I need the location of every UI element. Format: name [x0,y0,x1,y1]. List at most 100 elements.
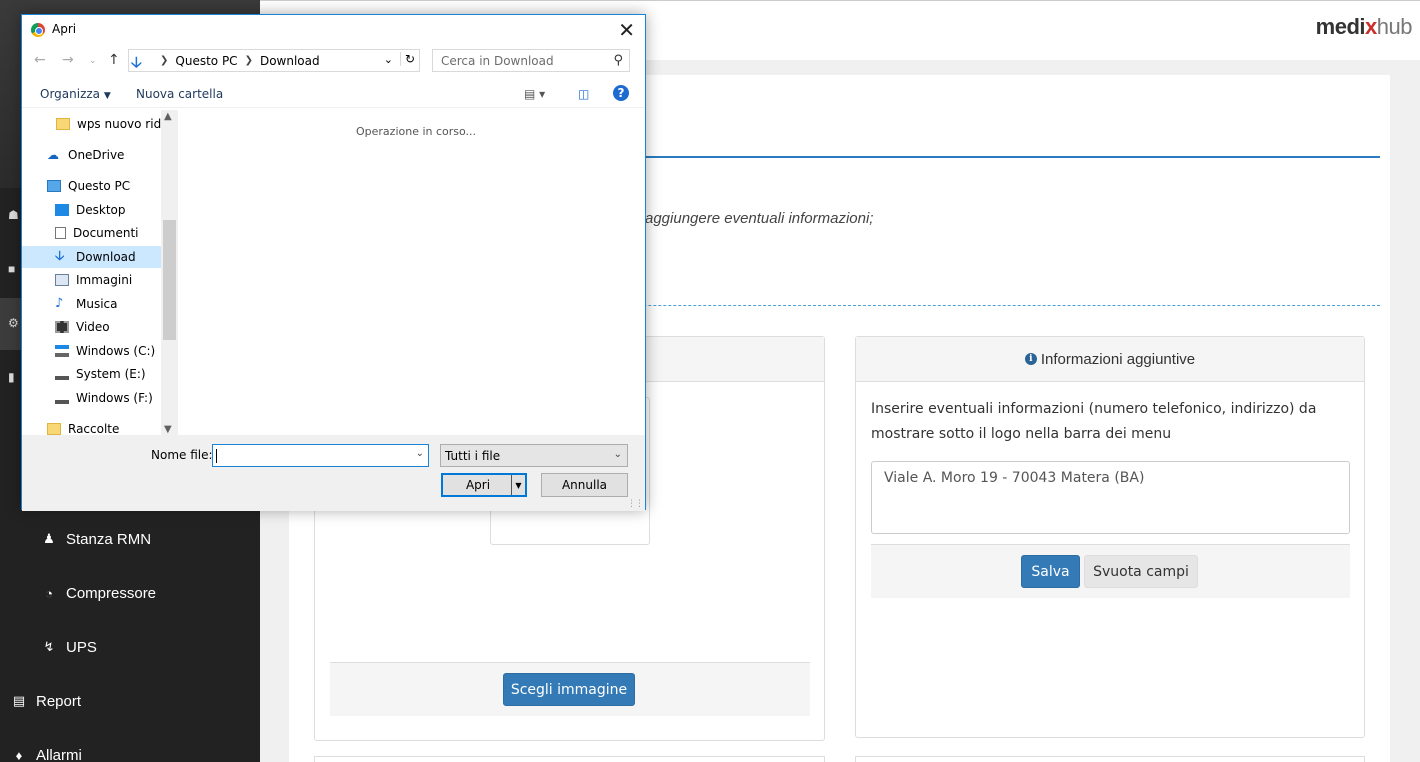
tree-item-raccolte[interactable]: Raccolte [22,418,178,435]
tree-item-wps-nuovo-ridim[interactable]: wps nuovo ridim [22,113,178,135]
info-panel: i Informazioni aggiuntive Inserire event… [855,336,1365,738]
close-icon[interactable]: ✕ [618,18,635,42]
panel-footer: Scegli immagine [330,662,810,716]
drive-icon [55,345,69,357]
caret-down-icon[interactable]: ▼ [511,475,525,495]
file-list-pane[interactable]: Operazione in corso... [178,109,645,435]
breadcrumb-download[interactable]: Download [260,54,320,68]
drive-icon [55,396,69,404]
tree-item-label: System (E:) [76,367,146,381]
download-arrow-icon: 🡣 [131,53,142,71]
tree-item-label: Windows (C:) [76,344,156,358]
panel-edge [855,756,1365,762]
chevron-down-icon[interactable]: ⌄ [416,448,424,459]
breadcrumb-questo-pc[interactable]: Questo PC [175,54,237,68]
tree-item-musica[interactable]: ♪ Musica [22,293,178,315]
address-row: ← → ⌄ ↑ ❯ Questo PC ❯ Download ⌄ ↻ 🡣 Cer… [22,49,645,75]
tree-item-label: Questo PC [68,179,131,193]
tree-item-label: Desktop [76,203,126,217]
refresh-icon[interactable]: ↻ [399,52,415,66]
caret-down-icon: ▼ [103,91,111,101]
sidebar-item-ups[interactable]: ↯ UPS [0,625,260,669]
open-button[interactable]: Apri ▼ [441,473,527,497]
music-icon: ♪ [55,296,64,311]
file-name-label: Nome file: [151,448,213,462]
user-md-icon: ♟ [43,531,55,546]
tree-item-windows-c[interactable]: Windows (C:) [22,340,178,362]
chevron-right-icon[interactable]: ❯ [245,55,253,66]
desktop-icon [55,204,69,216]
scroll-thumb[interactable] [163,220,176,340]
file-type-select[interactable]: Tutti i file ⌄ [440,444,628,467]
pictures-icon [55,274,69,286]
panel-footer: Salva Svuota campi [871,544,1350,598]
sidebar-item-report[interactable]: ▤ Report [0,679,260,723]
book-icon[interactable]: ▮ [8,370,15,384]
tree-item-windows-f[interactable]: Windows (F:) [22,387,178,409]
sidebar-item-label: Stanza RMN [66,530,152,548]
brand-logo: medixhub [1316,14,1413,40]
tree-item-system-e[interactable]: System (E:) [22,363,178,385]
dialog-titlebar[interactable]: Apri ✕ [22,15,645,45]
organize-button[interactable]: Organizza ▼ [40,87,111,101]
clear-fields-button[interactable]: Svuota campi [1084,555,1198,588]
scroll-up-icon[interactable]: ▲ [164,111,172,122]
choose-image-button[interactable]: Scegli immagine [503,673,635,706]
sidebar-item-label: Allarmi [36,746,82,762]
tree-item-immagini[interactable]: Immagini [22,269,178,291]
search-input[interactable]: Cerca in Download ⚲ [432,49,630,72]
address-bar[interactable]: ❯ Questo PC ❯ Download ⌄ ↻ [128,49,420,72]
save-button[interactable]: Salva [1021,555,1080,588]
dashboard-icon: ◔ [45,585,53,601]
onedrive-icon: ☁ [47,148,59,162]
tree-item-documenti[interactable]: Documenti [22,222,178,244]
chevron-down-icon[interactable]: ⌄ [89,56,97,66]
tree-item-video[interactable]: Video [22,316,178,338]
video-camera-icon[interactable]: ■ [8,262,15,276]
folder-icon [56,118,70,130]
chevron-down-icon: ⌄ [613,449,622,460]
nav-scrollbar[interactable]: ▲ ▼ [161,110,178,436]
sidebar-item-compressore[interactable]: ◔ Compressore [0,571,260,615]
chevron-down-icon[interactable]: ⌄ [384,53,393,66]
sidebar-item-label: Compressore [66,584,157,602]
home-icon[interactable]: ☗ [8,208,19,222]
cogs-icon[interactable]: ⚙ [8,316,19,330]
forward-arrow-icon[interactable]: → [62,52,74,68]
resize-grip-icon[interactable]: ⋮⋮ [627,499,644,509]
search-icon[interactable]: ⚲ [613,53,623,68]
tree-item-desktop[interactable]: Desktop [22,199,178,221]
tree-item-download[interactable]: 🡣 Download [22,246,178,268]
tree-item-label: Raccolte [68,422,120,435]
brand-logo-part: hub [1376,14,1413,39]
preview-pane-icon[interactable]: ◫ [578,87,589,101]
loading-text: Operazione in corso... [356,125,477,138]
back-arrow-icon[interactable]: ← [34,52,46,68]
brand-logo-part: x [1365,14,1377,39]
info-textarea[interactable]: Viale A. Moro 19 - 70043 Matera (BA) [871,461,1350,534]
tree-item-questo-pc[interactable]: Questo PC [22,175,178,197]
text-caret [216,449,217,463]
file-name-input[interactable]: ⌄ [212,444,429,467]
intro-text: aggiungere eventuali informazioni; [645,210,874,227]
tree-item-label: Video [76,320,110,334]
scroll-down-icon[interactable]: ▼ [164,424,172,435]
new-folder-button[interactable]: Nuova cartella [136,87,223,101]
panel-edge [314,756,825,762]
tree-item-onedrive[interactable]: ☁ OneDrive [22,144,178,166]
bolt-icon: ↯ [43,639,55,654]
view-options-icon[interactable]: ▤ ▾ [524,87,545,101]
dialog-title: Apri [52,22,77,36]
navigation-pane: wps nuovo ridim ☁ OneDrive Questo PC Des… [22,109,178,435]
sidebar-item-stanza-rmn[interactable]: ♟ Stanza RMN [0,517,260,561]
video-icon [55,321,69,333]
cancel-button[interactable]: Annulla [541,473,628,497]
libraries-icon [47,423,61,435]
tree-item-label: Windows (F:) [76,391,153,405]
help-icon[interactable]: ? [613,85,629,101]
sidebar-item-label: Report [36,692,82,710]
sidebar-item-allarmi[interactable]: ♦ Allarmi [0,733,260,762]
up-arrow-icon[interactable]: ↑ [108,52,120,68]
chevron-right-icon[interactable]: ❯ [160,55,168,66]
file-type-value: Tutti i file [445,449,501,463]
